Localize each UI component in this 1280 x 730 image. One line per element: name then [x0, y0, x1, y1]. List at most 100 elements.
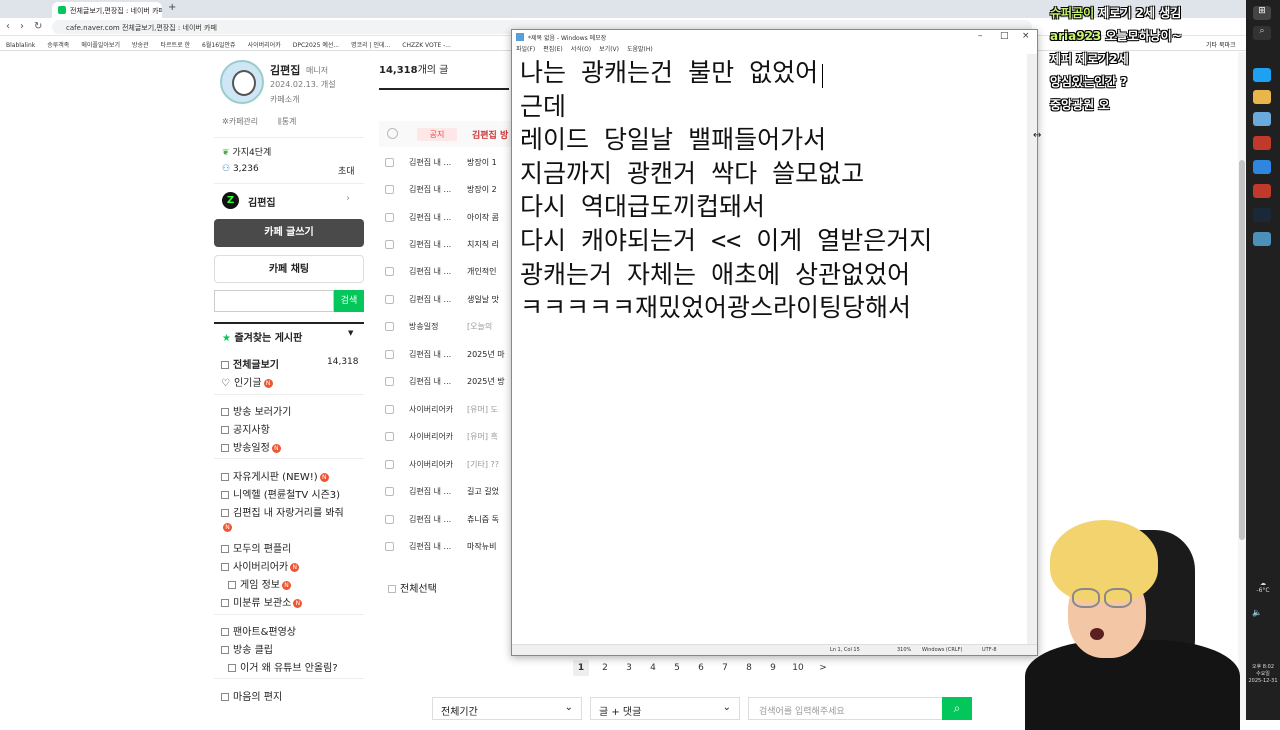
reload-icon[interactable]: ↻ [34, 21, 42, 32]
row-checkbox[interactable] [385, 432, 394, 441]
row-checkbox[interactable] [385, 405, 394, 414]
menu-item-schedule[interactable]: 방송일정 N [221, 439, 281, 454]
menu-item-why-not-youtube[interactable]: 이거 왜 유튜브 안올림? [228, 659, 338, 674]
folder-icon[interactable] [1253, 90, 1271, 104]
twitter-icon[interactable] [1253, 68, 1271, 82]
row-checkbox[interactable] [385, 350, 394, 359]
table-row[interactable]: 김편집 내 ... 길고 길었 [385, 478, 515, 505]
new-tab-button[interactable]: + [168, 2, 176, 13]
row-author[interactable]: 김편집 내 ... [409, 506, 467, 533]
row-author[interactable]: 사이버리어카 [409, 396, 467, 423]
table-row[interactable]: 방송일정 [오늘의 [385, 313, 515, 340]
cafe-manager-avatar[interactable] [220, 60, 264, 104]
page-link-2[interactable]: 2 [597, 660, 613, 676]
menu-item-popular[interactable]: ♡ 인기글 N [221, 374, 273, 389]
bookmark-item[interactable]: Blablalink [6, 42, 35, 49]
cafe-search-input[interactable] [214, 290, 334, 312]
notice-title[interactable]: 김편집 방 [472, 128, 512, 141]
menu-help[interactable]: 도움말(H) [627, 46, 653, 53]
edge-icon[interactable] [1253, 160, 1271, 174]
search-icon[interactable]: ⌕ [1253, 26, 1271, 40]
bookmark-item[interactable]: CHZZK VOTE -... [402, 42, 451, 49]
other-bookmarks[interactable]: 기타 북마크 [1206, 40, 1236, 49]
row-checkbox[interactable] [385, 487, 394, 496]
row-checkbox[interactable] [385, 213, 394, 222]
row-checkbox[interactable] [385, 295, 394, 304]
menu-item-letters[interactable]: 마음의 편지 [221, 688, 282, 703]
tray-icons[interactable]: 🔈 [1252, 608, 1262, 617]
table-row[interactable]: 김편집 내 ... 2025년 방 [385, 368, 515, 395]
menu-view[interactable]: 보기(V) [599, 46, 619, 53]
row-author[interactable]: 김편집 내 ... [409, 204, 467, 231]
row-checkbox[interactable] [385, 542, 394, 551]
row-title[interactable]: 2025년 방 [467, 368, 507, 395]
page-link-5[interactable]: 5 [669, 660, 685, 676]
notepad-taskbar-icon[interactable] [1253, 112, 1271, 126]
menu-item-notice[interactable]: 공지사항 [221, 421, 270, 436]
table-row[interactable]: 사이버리어카 [유머] 도 [385, 396, 515, 423]
row-author[interactable]: 김편집 내 ... [409, 478, 467, 505]
cafe-manage-link[interactable]: ✲카페관리 [222, 116, 258, 127]
forward-icon[interactable]: › [20, 21, 24, 32]
search-icon[interactable]: ⌕ [942, 697, 972, 720]
app-icon[interactable] [1253, 232, 1271, 246]
row-checkbox[interactable] [385, 158, 394, 167]
page-link-4[interactable]: 4 [645, 660, 661, 676]
page-link-3[interactable]: 3 [621, 660, 637, 676]
invite-link[interactable]: 초대 [338, 164, 355, 177]
table-row[interactable]: 사이버리어카 [유머] 흑 [385, 423, 515, 450]
bookmark-item[interactable]: DPC2025 예선... [293, 40, 339, 49]
row-title[interactable]: 아이작 콤 [467, 204, 507, 231]
row-checkbox[interactable] [385, 515, 394, 524]
notepad-text-area[interactable]: 나는 광캐는건 불만 없었어 근데 레이드 당일날 밸패들어가서 지금까지 광캔거 싹… [520, 56, 1025, 325]
cafe-write-button[interactable]: 카페 글쓰기 [214, 219, 364, 247]
table-row[interactable]: 김편집 내 ... 츄니즘 독 [385, 506, 515, 533]
menu-item-fanart[interactable]: 팬아트&편영상 [221, 623, 296, 638]
table-row[interactable]: 김편집 내 ... 방장이 1 [385, 149, 515, 176]
row-checkbox[interactable] [385, 240, 394, 249]
notice-checkbox[interactable] [387, 128, 398, 139]
menu-item-stream[interactable]: 방송 보러가기 [221, 403, 291, 418]
favorites-header[interactable]: ★ 즐겨찾는 게시판 [222, 329, 302, 344]
table-row[interactable]: 사이버리어카 [기타] ?? [385, 451, 515, 478]
cafe-stats-link[interactable]: ⫼통계 [278, 116, 296, 127]
bookmark-item[interactable]: 명코리 | 인데... [351, 40, 390, 49]
row-title[interactable]: [오늘의 [467, 313, 507, 340]
row-title[interactable]: 생일날 맛 [467, 286, 507, 313]
table-row[interactable]: 김편집 내 ... 개인적인 [385, 258, 515, 285]
row-title[interactable]: 마작뉴비 [467, 533, 507, 560]
row-title[interactable]: 츄니즘 독 [467, 506, 507, 533]
menu-item-playlist[interactable]: 모두의 편플리 [221, 540, 291, 555]
minimize-icon[interactable]: – [978, 31, 983, 41]
menu-edit[interactable]: 편집(E) [543, 46, 563, 53]
menu-item-all-posts[interactable]: 전체글보기 [221, 356, 279, 371]
start-icon[interactable]: ⊞ [1253, 6, 1271, 20]
row-title[interactable]: 2025년 마 [467, 341, 507, 368]
page-link-9[interactable]: 9 [765, 660, 781, 676]
bookmark-item[interactable]: 메이플일아보기 [81, 40, 120, 49]
page-link-10[interactable]: 10 [789, 660, 807, 676]
row-author[interactable]: 김편집 내 ... [409, 341, 467, 368]
cafe-chat-button[interactable]: 카페 채팅 [214, 255, 364, 283]
row-checkbox[interactable] [385, 322, 394, 331]
table-row[interactable]: 김편집 내 ... 치지직 리 [385, 231, 515, 258]
row-title[interactable]: 방장이 2 [467, 176, 507, 203]
page-link-7[interactable]: 7 [717, 660, 733, 676]
board-search-input[interactable]: 검색어를 입력해주세요 [748, 697, 944, 720]
row-title[interactable]: 길고 길었 [467, 478, 507, 505]
app-icon[interactable] [1253, 136, 1271, 150]
app-icon[interactable] [1253, 184, 1271, 198]
row-checkbox[interactable] [385, 377, 394, 386]
row-title[interactable]: [기타] ?? [467, 451, 507, 478]
page-link-8[interactable]: 8 [741, 660, 757, 676]
menu-item-nieghell[interactable]: 니엑헬 (편륜철TV 시즌3) [221, 486, 340, 501]
back-icon[interactable]: ‹ [6, 21, 10, 32]
next-page-icon[interactable]: > [815, 660, 831, 676]
row-checkbox[interactable] [385, 267, 394, 276]
caret-down-icon[interactable]: ▼ [348, 329, 353, 337]
maximize-icon[interactable]: □ [1000, 31, 1009, 41]
taskbar-clock[interactable]: 오후 8:02 수요일 2025-12-31 [1246, 664, 1280, 685]
manager-name[interactable]: 김편집 [270, 62, 300, 78]
period-select[interactable]: 전체기간 ⌄ [432, 697, 582, 720]
cafe-member-count[interactable]: ⚇ 3,236 [222, 164, 259, 174]
